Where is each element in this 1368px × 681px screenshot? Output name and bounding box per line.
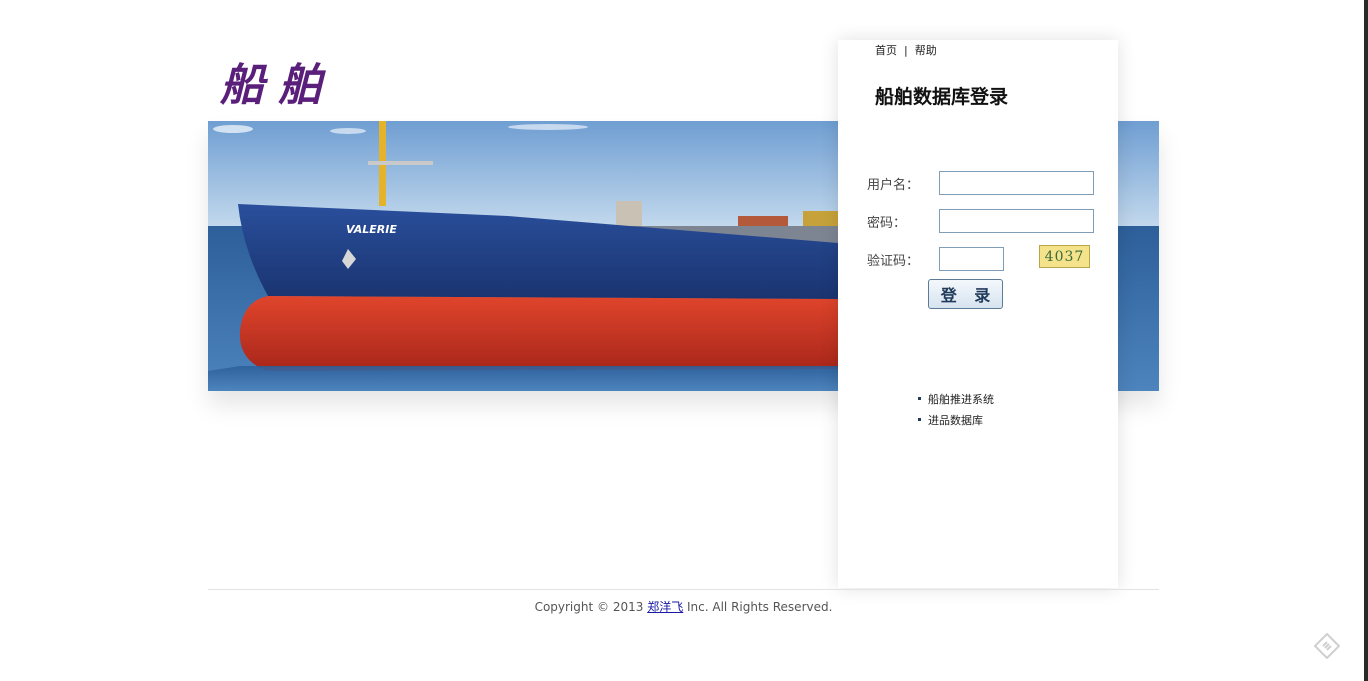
site-logo: 船舶 (220, 60, 336, 111)
copyright-prefix: Copyright © 2013 (534, 600, 648, 614)
nav-home-link[interactable]: 首页 (875, 44, 897, 57)
list-item: 船舶推进系统 (918, 391, 994, 412)
password-label: 密码： (867, 216, 907, 231)
footer-divider (208, 589, 1159, 590)
captcha-label: 验证码： (867, 254, 920, 269)
captcha-input[interactable] (939, 247, 1004, 271)
username-label: 用户名： (867, 178, 920, 193)
copyright: Copyright © 2013 郑洋飞 Inc. All Rights Res… (208, 598, 1159, 615)
username-input[interactable] (939, 171, 1094, 195)
password-input[interactable] (939, 209, 1094, 233)
captcha-image[interactable]: 4037 (1039, 245, 1090, 268)
copyright-suffix: Inc. All Rights Reserved. (683, 600, 833, 614)
nav-separator: | (904, 44, 908, 57)
login-panel: 首页 | 帮助 船舶数据库登录 用户名： 密码： 验证码： 4037 登 录 船舶推… (838, 40, 1118, 588)
author-link[interactable]: 郑洋飞 (647, 600, 683, 614)
quick-links: 船舶推进系统 进品数据库 (918, 391, 994, 433)
top-nav: 首页 | 帮助 (875, 42, 937, 58)
nav-help-link[interactable]: 帮助 (915, 44, 937, 57)
window-scrollbar[interactable] (1364, 0, 1368, 681)
link-import-database[interactable]: 进品数据库 (928, 414, 983, 427)
login-title: 船舶数据库登录 (875, 86, 1009, 108)
tag-icon[interactable] (1314, 633, 1340, 659)
login-button[interactable]: 登 录 (928, 279, 1003, 309)
page: 船舶 VALERIE 首页 | 帮助 船舶数据库登录 用户名： 密码： 验证码：… (208, 0, 1159, 681)
ship-name-text: VALERIE (346, 223, 397, 236)
list-item: 进品数据库 (918, 412, 994, 433)
link-propulsion-system[interactable]: 船舶推进系统 (928, 393, 994, 406)
